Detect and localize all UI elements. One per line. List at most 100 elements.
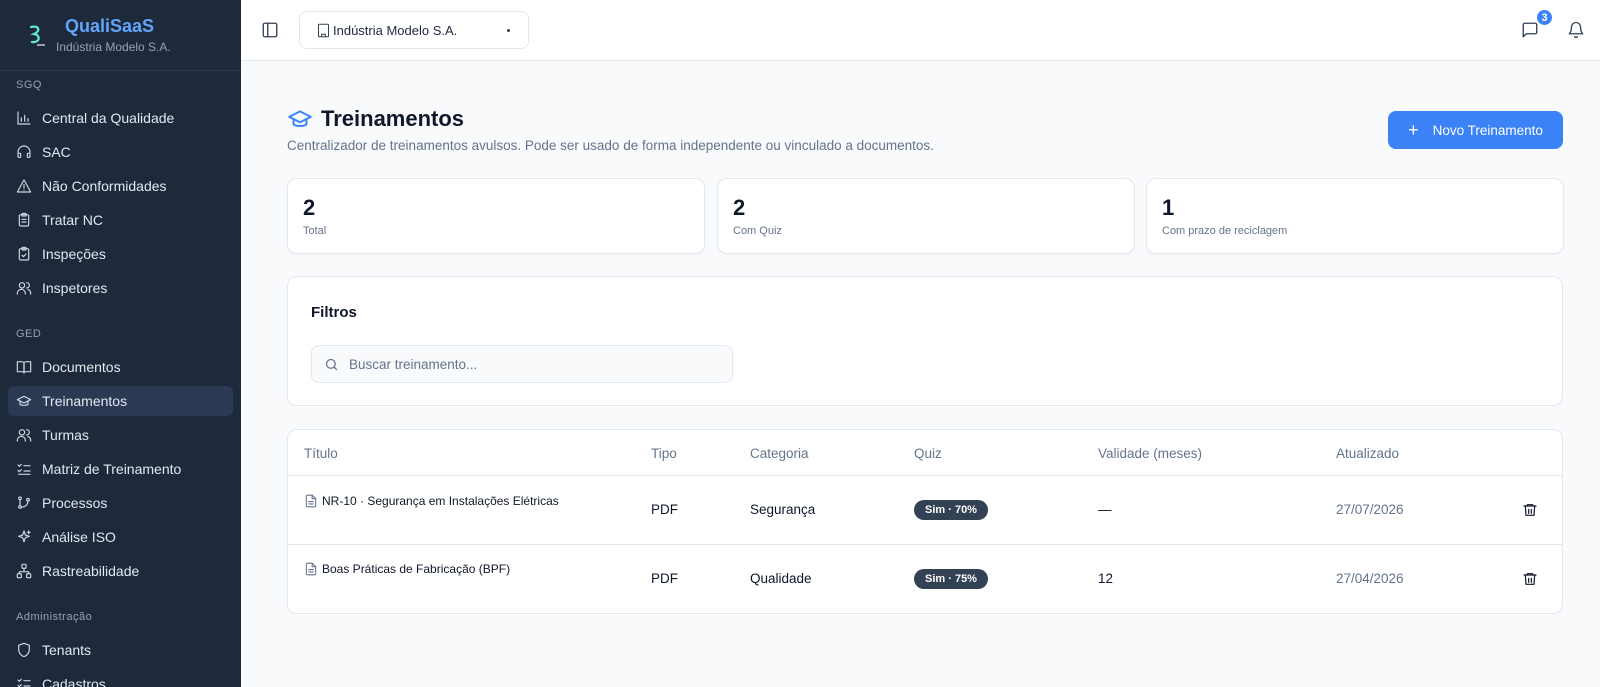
table-row[interactable]: Boas Práticas de Fabricação (BPF) PDF Qu… <box>288 545 1562 613</box>
search-icon <box>325 358 338 370</box>
list-checks-icon <box>16 461 32 477</box>
sidebar-item-documentos[interactable]: Documentos <box>8 352 233 382</box>
sidebar-item-analise-iso[interactable]: Análise ISO <box>8 522 233 552</box>
sidebar-item-label: Tratar NC <box>42 212 103 228</box>
page-title: Treinamentos <box>321 106 465 131</box>
network-icon <box>16 563 32 579</box>
building-icon <box>318 23 329 37</box>
brand-header[interactable]: QualiSaaS Indústria Modelo S.A. <box>0 0 241 71</box>
stat-value: 2 <box>733 195 746 220</box>
training-category: Segurança <box>750 502 816 517</box>
shield-icon <box>16 642 32 658</box>
quiz-badge: Sim · 75% <box>914 569 988 589</box>
brand-tenant: Indústria Modelo S.A. <box>56 40 171 54</box>
training-title[interactable]: NR-10 · Segurança em Instalações Elétric… <box>304 494 559 508</box>
messages-badge: 3 <box>1535 8 1554 27</box>
page-description: Centralizador de treinamentos avulsos. P… <box>287 138 934 153</box>
sidebar-item-label: Documentos <box>42 359 121 375</box>
sidebar-item-label: Cadastros <box>42 676 106 687</box>
sidebar-item-label: Inspeções <box>42 246 106 262</box>
stat-value: 1 <box>1162 195 1175 220</box>
file-text-icon <box>305 562 317 576</box>
trash-icon[interactable] <box>1522 571 1538 587</box>
sidebar-item-sac[interactable]: SAC <box>8 137 233 167</box>
sidebar-item-turmas[interactable]: Turmas <box>8 420 233 450</box>
trash-icon[interactable] <box>1522 502 1538 518</box>
stat-value: 2 <box>303 195 316 220</box>
list-checks-icon <box>16 676 32 687</box>
search-input[interactable] <box>349 356 729 372</box>
sidebar-item-nao-conformidades[interactable]: Não Conformidades <box>8 171 233 201</box>
new-training-button[interactable]: + Novo Treinamento <box>1388 111 1563 149</box>
quiz-badge: Sim · 70% <box>914 500 988 520</box>
stat-label: Total <box>303 225 327 237</box>
sidebar-item-label: Não Conformidades <box>42 178 167 194</box>
training-updated: 27/04/2026 <box>1336 571 1404 586</box>
training-category: Qualidade <box>750 571 812 586</box>
training-title-text: NR-10 · Segurança em Instalações Elétric… <box>322 494 559 508</box>
top-bar: Indústria Modelo S.A. 3 <box>241 0 1600 61</box>
sidebar-item-inspecoes[interactable]: Inspeções <box>8 239 233 269</box>
trainings-table: Título Tipo Categoria Quiz Validade (mes… <box>287 429 1563 614</box>
sidebar-item-treinamentos[interactable]: Treinamentos <box>8 386 233 416</box>
tenant-select-value: Indústria Modelo S.A. <box>333 22 458 38</box>
table-row[interactable]: NR-10 · Segurança em Instalações Elétric… <box>288 476 1562 545</box>
alert-triangle-icon <box>16 178 32 194</box>
column-header-categoria[interactable]: Categoria <box>750 446 809 461</box>
graduation-cap-icon <box>16 393 32 409</box>
sidebar: QualiSaaS Indústria Modelo S.A. SGQ Cent… <box>0 0 241 687</box>
training-validity: — <box>1098 502 1112 517</box>
headphones-icon <box>16 144 32 160</box>
sidebar-item-label: Tenants <box>42 642 92 658</box>
column-header-quiz[interactable]: Quiz <box>914 446 942 461</box>
filters-card: Filtros <box>287 276 1563 406</box>
bar-chart-icon <box>16 110 32 126</box>
training-validity: 12 <box>1098 571 1114 586</box>
filters-title: Filtros <box>311 304 357 321</box>
tenant-select[interactable]: Indústria Modelo S.A. <box>299 11 529 49</box>
file-text-icon <box>305 494 317 508</box>
stat-label: Com Quiz <box>733 225 782 237</box>
column-header-tipo[interactable]: Tipo <box>651 446 677 461</box>
sidebar-item-label: Inspetores <box>42 280 108 296</box>
page-header: Treinamentos Centralizador de treinament… <box>287 106 934 153</box>
sidebar-item-processos[interactable]: Processos <box>8 488 233 518</box>
training-title-text: Boas Práticas de Fabricação (BPF) <box>322 562 511 576</box>
sidebar-item-rastreabilidade[interactable]: Rastreabilidade <box>8 556 233 586</box>
sidebar-item-tenants[interactable]: Tenants <box>8 635 233 665</box>
sidebar-item-tratar-nc[interactable]: Tratar NC <box>8 205 233 235</box>
sidebar-item-matriz-treinamento[interactable]: Matriz de Treinamento <box>8 454 233 484</box>
column-header-titulo[interactable]: Título <box>304 446 338 461</box>
section-label-ged: GED <box>16 328 42 340</box>
brand-name: QualiSaaS <box>65 16 155 36</box>
graduation-cap-icon <box>288 110 312 128</box>
sidebar-item-label: Rastreabilidade <box>42 563 140 579</box>
section-label-administracao: Administração <box>16 611 93 623</box>
stat-card-reciclagem: 1 Com prazo de reciclagem <box>1146 178 1564 254</box>
stat-label: Com prazo de reciclagem <box>1162 225 1288 237</box>
column-header-atualizado[interactable]: Atualizado <box>1336 446 1399 461</box>
sidebar-item-inspetores[interactable]: Inspetores <box>8 273 233 303</box>
bell-icon[interactable] <box>1567 21 1585 39</box>
clipboard-check-icon <box>16 246 32 262</box>
stat-card-com-quiz: 2 Com Quiz <box>717 178 1135 254</box>
clipboard-icon <box>16 212 32 228</box>
sidebar-item-label: Turmas <box>42 427 89 443</box>
new-training-button-label: Novo Treinamento <box>1432 122 1543 138</box>
stat-card-total: 2 Total <box>287 178 705 254</box>
column-header-validade[interactable]: Validade (meses) <box>1098 446 1202 461</box>
sidebar-item-label: Matriz de Treinamento <box>42 461 182 477</box>
git-branch-icon <box>16 495 32 511</box>
sidebar-item-cadastros[interactable]: Cadastros <box>8 669 233 687</box>
sidebar-toggle-icon[interactable] <box>261 21 279 39</box>
training-updated: 27/07/2026 <box>1336 502 1404 517</box>
sidebar-item-label: Processos <box>42 495 108 511</box>
book-open-icon <box>16 359 32 375</box>
training-title[interactable]: Boas Práticas de Fabricação (BPF) <box>304 562 510 576</box>
section-label-sgq: SGQ <box>16 79 42 91</box>
sidebar-item-central-qualidade[interactable]: Central da Qualidade <box>8 103 233 133</box>
chevron-down-icon <box>507 29 510 32</box>
users-icon <box>16 427 32 443</box>
search-box[interactable] <box>311 345 733 383</box>
plus-icon: + <box>1408 120 1419 140</box>
